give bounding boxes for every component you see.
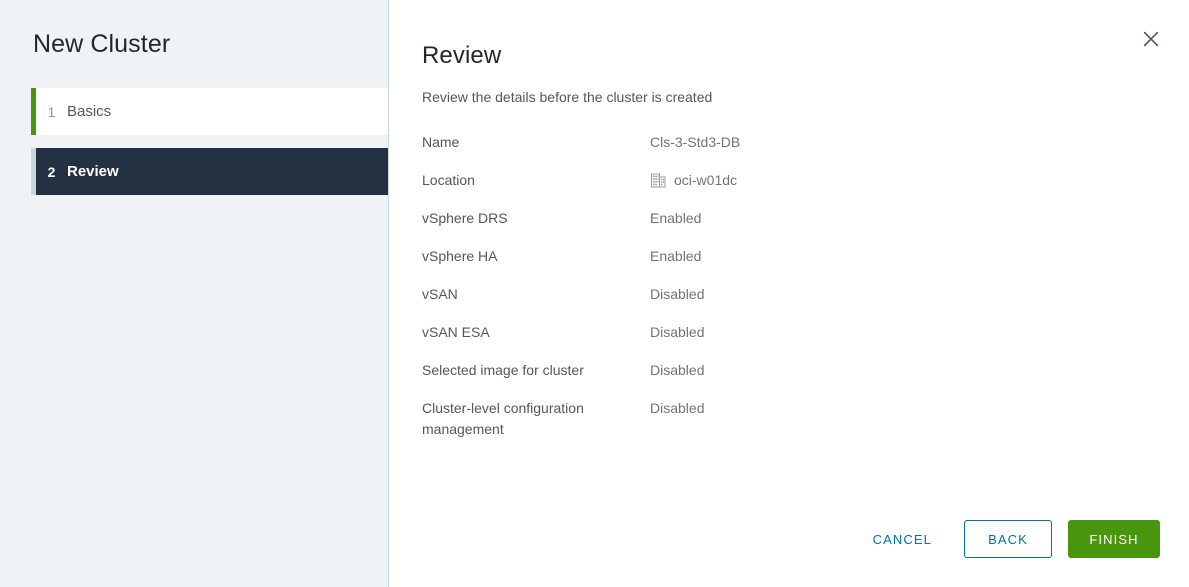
- main-header: Review Review the details before the clu…: [389, 0, 1189, 106]
- detail-value-text: Disabled: [650, 286, 705, 303]
- step-progress-bar-active: [31, 148, 36, 195]
- detail-value-text: Disabled: [650, 324, 705, 341]
- detail-label: vSphere DRS: [422, 210, 508, 227]
- detail-row: Cluster-level configuration management D…: [422, 398, 1189, 440]
- detail-label: vSAN: [422, 286, 458, 303]
- detail-value: Disabled: [650, 398, 704, 419]
- step-label: Review: [67, 163, 119, 180]
- detail-row: Location oci-w01dc: [422, 170, 1189, 191]
- detail-label: Location: [422, 172, 475, 189]
- detail-value-text: Enabled: [650, 248, 702, 265]
- detail-row: vSphere DRS Enabled: [422, 208, 1189, 229]
- detail-value-text: oci-w01dc: [674, 172, 738, 189]
- detail-row: vSAN ESA Disabled: [422, 322, 1189, 343]
- close-button[interactable]: [1135, 23, 1167, 55]
- detail-row: vSphere HA Enabled: [422, 246, 1189, 267]
- detail-value: Disabled: [650, 284, 704, 305]
- detail-value-text: Enabled: [650, 210, 702, 227]
- detail-label: Name: [422, 134, 460, 151]
- detail-value: Disabled: [650, 322, 704, 343]
- wizard-footer: CANCEL BACK FINISH: [855, 520, 1160, 558]
- step-number: 1: [47, 103, 56, 120]
- step-label: Basics: [67, 103, 112, 120]
- detail-value-text: Disabled: [650, 400, 705, 417]
- step-number: 2: [47, 163, 56, 180]
- detail-label: vSAN ESA: [422, 324, 490, 341]
- detail-value: Enabled: [650, 246, 701, 267]
- close-icon: [1142, 30, 1160, 48]
- detail-value: Disabled: [650, 360, 704, 381]
- step-spacer: [0, 135, 388, 148]
- detail-value: Cls-3-Std3-DB: [650, 132, 740, 153]
- sidebar-step-review[interactable]: 2 Review: [0, 148, 388, 195]
- detail-row: vSAN Disabled: [422, 284, 1189, 305]
- wizard-main-panel: Review Review the details before the clu…: [389, 0, 1189, 587]
- wizard-steps: 1 Basics 2 Review: [0, 88, 388, 195]
- wizard-title: New Cluster: [33, 30, 171, 58]
- detail-value-text: Cls-3-Std3-DB: [650, 134, 741, 151]
- wizard-sidebar: New Cluster 1 Basics 2 Review: [0, 0, 389, 587]
- review-details-table: Name Cls-3-Std3-DB Location oci-w01dc vS…: [389, 132, 1189, 440]
- cancel-button[interactable]: CANCEL: [855, 521, 950, 557]
- page-title: Review: [422, 42, 502, 70]
- step-progress-bar-completed: [31, 88, 36, 135]
- detail-row: Name Cls-3-Std3-DB: [422, 132, 1189, 153]
- back-button[interactable]: BACK: [964, 520, 1052, 558]
- detail-label: Cluster-level configuration management: [422, 400, 584, 438]
- page-subtitle: Review the details before the cluster is…: [422, 89, 713, 106]
- new-cluster-wizard: New Cluster 1 Basics 2 Review Review Rev…: [0, 0, 1189, 587]
- sidebar-step-basics[interactable]: 1 Basics: [0, 88, 388, 135]
- finish-button[interactable]: FINISH: [1068, 520, 1160, 558]
- detail-row: Selected image for cluster Disabled: [422, 360, 1189, 381]
- detail-value-text: Disabled: [650, 362, 705, 379]
- detail-label: Selected image for cluster: [422, 362, 584, 379]
- datacenter-icon: [650, 172, 667, 189]
- detail-label: vSphere HA: [422, 248, 498, 265]
- detail-value: oci-w01dc: [650, 170, 737, 191]
- detail-value: Enabled: [650, 208, 701, 229]
